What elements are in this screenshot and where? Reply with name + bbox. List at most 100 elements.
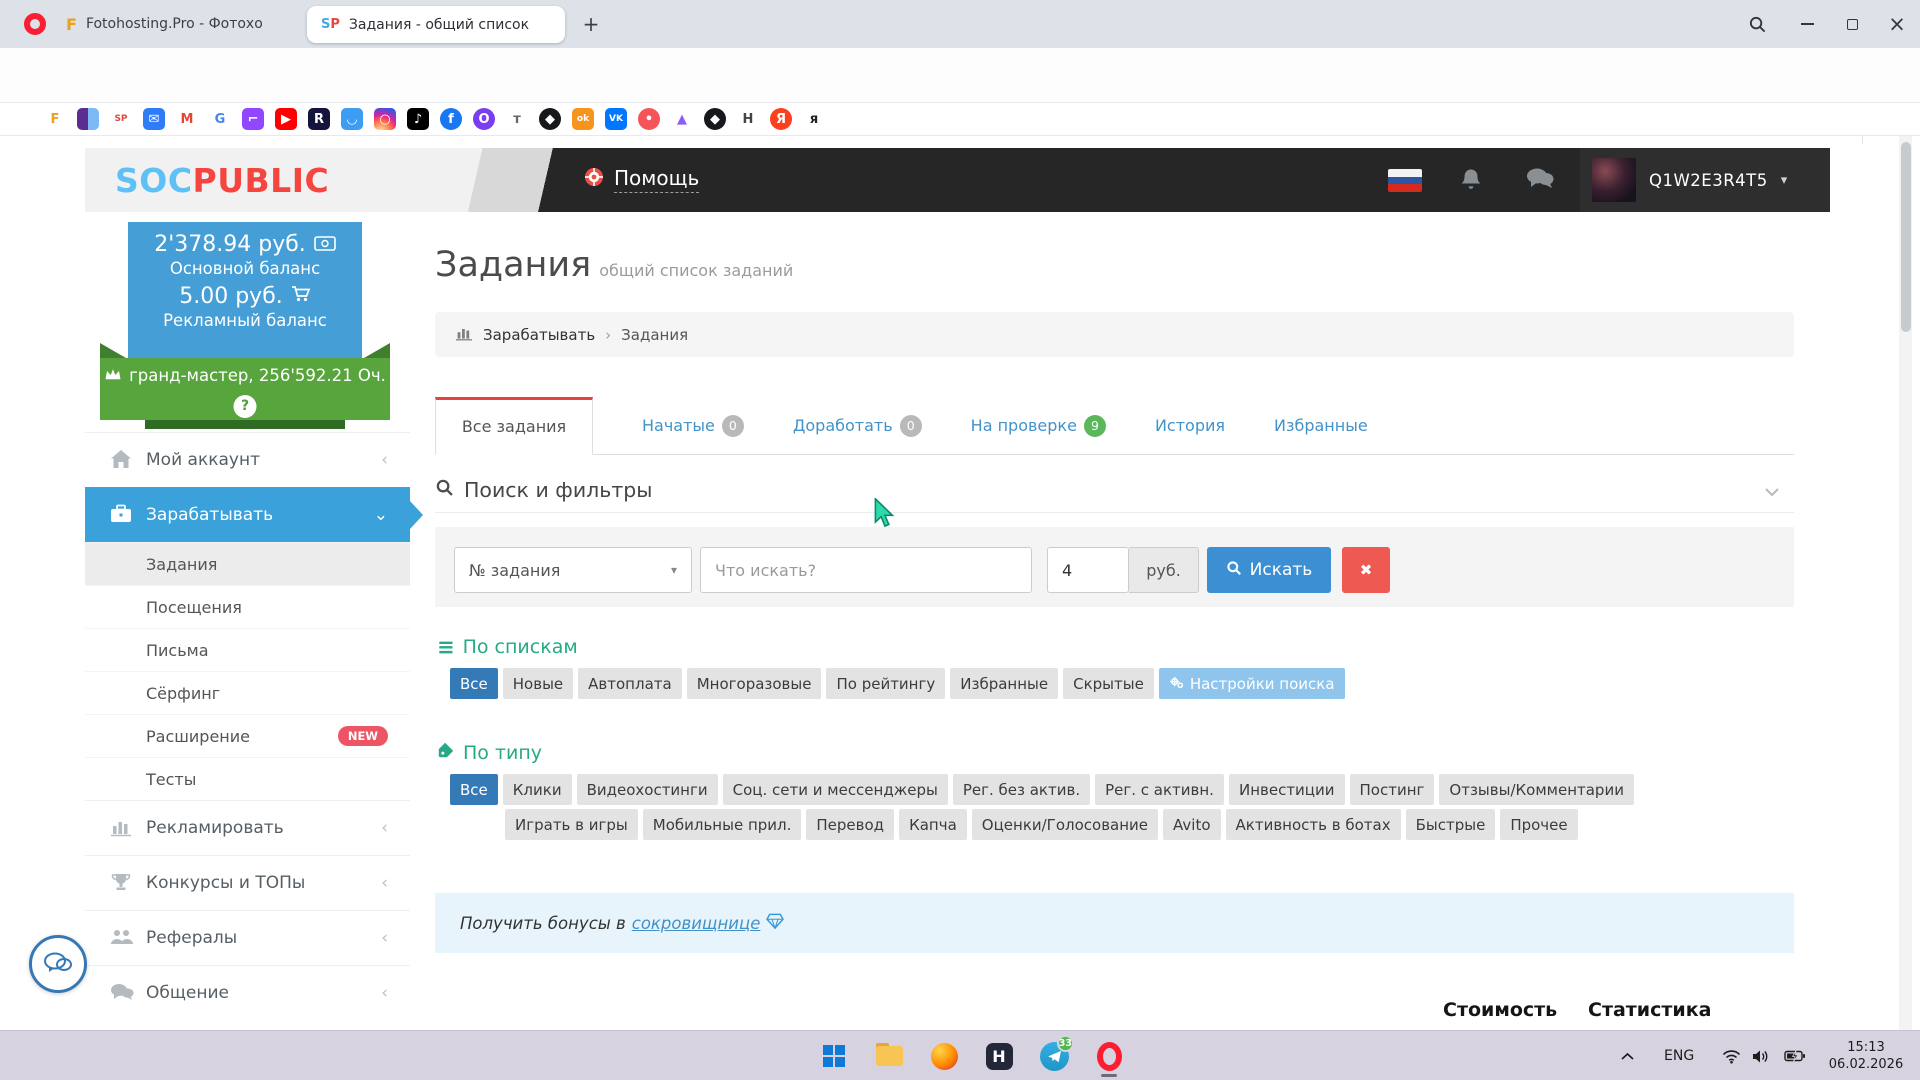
filter-chip[interactable]: Скрытые xyxy=(1063,668,1154,699)
socpublic-bookmark-icon[interactable]: SP xyxy=(110,108,132,130)
minimize-button[interactable] xyxy=(1784,0,1830,48)
volume-icon[interactable] xyxy=(1752,1031,1770,1080)
gmail-bookmark-icon[interactable]: M xyxy=(176,108,198,130)
tab-all-tasks[interactable]: Все задания xyxy=(435,397,593,455)
fotohosting-bookmark-icon[interactable]: F xyxy=(44,108,66,130)
site-logo[interactable]: SOCPUBLIC xyxy=(115,161,329,200)
sidebar-subitem-extension[interactable]: РасширениеNEW xyxy=(85,714,410,757)
tray-chevron-icon[interactable] xyxy=(1620,1031,1635,1080)
h-app-icon[interactable]: H xyxy=(977,1034,1021,1078)
filter-chip[interactable]: Быстрые xyxy=(1406,809,1496,840)
instagram-bookmark-icon[interactable]: ○ xyxy=(374,108,396,130)
search-filters-header[interactable]: Поиск и фильтры xyxy=(435,468,1794,513)
vk-bookmark-icon[interactable]: VK xyxy=(605,108,627,130)
tab-history[interactable]: История xyxy=(1155,416,1225,435)
breadcrumb-parent[interactable]: Зарабатывать xyxy=(483,326,595,344)
sidebar-subitem-surfing[interactable]: Сёрфинг xyxy=(85,671,410,714)
yandex-star-app-bookmark-icon[interactable]: ◆ xyxy=(539,108,561,130)
wifi-icon[interactable] xyxy=(1722,1031,1741,1080)
tab-started[interactable]: Начатые0 xyxy=(642,415,744,437)
filter-chip[interactable]: Все xyxy=(450,774,498,805)
messages-icon[interactable] xyxy=(1525,166,1555,192)
filter-chip[interactable]: Avito xyxy=(1163,809,1221,840)
filter-chip[interactable]: Мобильные прил. xyxy=(643,809,802,840)
page-scrollbar[interactable] xyxy=(1899,136,1912,1030)
scrollbar-thumb[interactable] xyxy=(1901,142,1911,332)
facebook-bookmark-icon[interactable]: f xyxy=(440,108,462,130)
clear-search-button[interactable]: ✖ xyxy=(1342,547,1390,593)
filter-chip[interactable]: Перевод xyxy=(806,809,894,840)
browser-tab-active[interactable]: SP Задания - общий список xyxy=(307,6,565,43)
rutube-bookmark-icon[interactable]: R xyxy=(308,108,330,130)
n-letter-bookmark-icon[interactable]: Н xyxy=(737,108,759,130)
filter-chip[interactable]: Рег. без актив. xyxy=(953,774,1090,805)
filter-chip[interactable]: Отзывы/Комментарии xyxy=(1439,774,1634,805)
tiktok-bookmark-icon[interactable]: ♪ xyxy=(407,108,429,130)
firefox-icon[interactable] xyxy=(922,1034,966,1078)
odnoklassniki-bookmark-icon[interactable]: ok xyxy=(572,108,594,130)
tab-rework[interactable]: Доработать0 xyxy=(793,415,922,437)
filter-chip[interactable]: Соц. сети и мессенджеры xyxy=(723,774,948,805)
filter-chip[interactable]: Постинг xyxy=(1350,774,1435,805)
battery-icon[interactable] xyxy=(1784,1031,1806,1080)
tab-review[interactable]: На проверке9 xyxy=(971,415,1106,437)
filter-chip[interactable]: Избранные xyxy=(950,668,1058,699)
yandex-bookmark-icon[interactable]: Я xyxy=(770,108,792,130)
maximize-button[interactable] xyxy=(1829,0,1875,48)
sidebar-item-chat[interactable]: Общение ‹ xyxy=(85,965,410,1020)
red-dot-app-bookmark-icon[interactable]: • xyxy=(638,108,660,130)
filter-chip[interactable]: Новые xyxy=(503,668,573,699)
filter-chip[interactable]: Видеохостинги xyxy=(577,774,718,805)
treasury-link[interactable]: сокровищнице xyxy=(632,914,761,933)
language-flag-icon[interactable] xyxy=(1388,169,1422,192)
sidebar-item-referrals[interactable]: Рефералы ‹ xyxy=(85,910,410,965)
filter-chip[interactable]: Автоплата xyxy=(578,668,682,699)
tab-favorites[interactable]: Избранные xyxy=(1274,416,1368,435)
task-number-select[interactable]: № задания▾ xyxy=(454,547,692,593)
new-tab-button[interactable]: + xyxy=(578,12,604,38)
close-button[interactable]: × xyxy=(1874,0,1920,48)
sidebar-item-advertise[interactable]: Рекламировать ‹ xyxy=(85,800,410,855)
filter-chip[interactable]: Многоразовые xyxy=(687,668,822,699)
sidebar-subitem-visits[interactable]: Посещения xyxy=(85,585,410,628)
sidebar-item-earn[interactable]: Зарабатывать ⌄ xyxy=(85,487,410,542)
ya-letter-bookmark-icon[interactable]: я xyxy=(803,108,825,130)
filter-chip[interactable]: Клики xyxy=(503,774,572,805)
search-settings-chip[interactable]: Настройки поиска xyxy=(1159,668,1345,699)
filter-chip[interactable]: Прочее xyxy=(1500,809,1577,840)
t-letter-bookmark-icon[interactable]: т xyxy=(506,108,528,130)
filter-chip[interactable]: Рег. с активн. xyxy=(1095,774,1224,805)
tab-search-icon[interactable] xyxy=(1734,0,1780,48)
sidebar-item-contests[interactable]: Конкурсы и ТОПы ‹ xyxy=(85,855,410,910)
sidebar-item-account[interactable]: Мой аккаунт ‹ xyxy=(85,432,410,487)
balance-box[interactable]: 2'378.94 руб. Основной баланс 5.00 руб. … xyxy=(128,222,362,358)
filter-chip[interactable]: Инвестиции xyxy=(1229,774,1345,805)
search-button[interactable]: Искать xyxy=(1207,547,1331,593)
sidebar-subitem-tests[interactable]: Тесты xyxy=(85,757,410,800)
mail-bookmark-icon[interactable]: ✉ xyxy=(143,108,165,130)
filter-chip[interactable]: Активность в ботах xyxy=(1226,809,1401,840)
opera-menu-icon[interactable] xyxy=(24,13,46,35)
two-tone-app-bookmark-icon[interactable] xyxy=(77,108,99,130)
collapse-chevron-icon[interactable] xyxy=(1764,478,1780,502)
help-link[interactable]: Помощь xyxy=(583,166,699,193)
start-button[interactable] xyxy=(812,1034,856,1078)
taskbar-clock[interactable]: 15:13 06.02.2026 xyxy=(1824,1031,1908,1080)
search-query-input[interactable] xyxy=(700,547,1032,593)
purple-ring-app-bookmark-icon[interactable]: O xyxy=(473,108,495,130)
yandex-star-app-2-bookmark-icon[interactable]: ◆ xyxy=(704,108,726,130)
language-indicator[interactable]: ENG xyxy=(1664,1031,1694,1080)
sidebar-subitem-letters[interactable]: Письма xyxy=(85,628,410,671)
rank-help-icon[interactable]: ? xyxy=(234,395,257,418)
filter-chip[interactable]: По рейтингу xyxy=(826,668,945,699)
google-bookmark-icon[interactable]: G xyxy=(209,108,231,130)
twitch-bookmark-icon[interactable]: ⌐ xyxy=(242,108,264,130)
telegram-icon[interactable]: 33 xyxy=(1032,1034,1076,1078)
opera-icon[interactable] xyxy=(1087,1034,1131,1078)
youtube-bookmark-icon[interactable]: ▶ xyxy=(275,108,297,130)
file-explorer-icon[interactable] xyxy=(867,1034,911,1078)
sidebar-subitem-tasks[interactable]: Задания xyxy=(85,542,410,585)
user-menu[interactable]: Q1W2E3R4T5 ▾ xyxy=(1580,148,1830,212)
support-chat-button[interactable] xyxy=(29,935,87,993)
browser-tab-inactive[interactable]: F Fotohosting.Pro - Фотохо xyxy=(52,0,290,48)
